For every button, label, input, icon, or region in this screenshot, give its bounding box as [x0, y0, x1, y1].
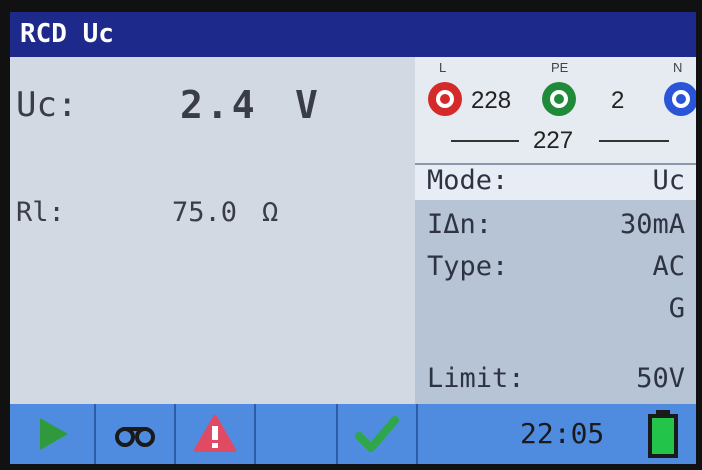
param-type-value: AC: [652, 251, 685, 282]
param-type-g-value: G: [668, 293, 685, 324]
pass-indicator: [338, 404, 418, 464]
settings-panel: L PE N 228 2 227 Mode: Uc IΔn: 30mA Type…: [415, 57, 696, 404]
param-idn-key: IΔn:: [427, 209, 493, 240]
rl-label: Rl:: [16, 197, 65, 228]
clock: 22:05: [520, 417, 605, 450]
terminal-l-icon: [428, 82, 462, 116]
terminal-pe-icon: [542, 82, 576, 116]
param-type-g[interactable]: G: [427, 293, 685, 329]
param-limit-value: 50V: [636, 363, 685, 394]
panel-divider: [415, 163, 696, 165]
param-limit[interactable]: Limit: 50V: [427, 363, 685, 399]
battery-icon: [648, 410, 678, 458]
pe-n-voltage: 2: [611, 87, 625, 114]
param-mode[interactable]: Mode: Uc: [427, 165, 685, 201]
warning-icon: [194, 415, 236, 452]
probe-button[interactable]: [96, 404, 176, 464]
screen-title: RCD Uc: [10, 12, 696, 57]
results-panel: Uc: 2.4 V Rl: 75.0 Ω: [10, 57, 415, 404]
empty-softkey[interactable]: [256, 404, 338, 464]
instrument-screen: RCD Uc Uc: 2.4 V Rl: 75.0 Ω L PE N 228 2…: [10, 12, 696, 464]
uc-unit: V: [295, 83, 321, 127]
param-limit-key: Limit:: [427, 363, 525, 394]
l-pe-voltage: 228: [471, 87, 512, 114]
l-n-voltage: 227: [533, 127, 574, 154]
warning-button[interactable]: [176, 404, 256, 464]
param-type[interactable]: Type: AC: [427, 251, 685, 287]
terminal-n-icon: [664, 82, 696, 116]
rl-value: 75.0: [172, 197, 238, 228]
param-idn-value: 30mA: [619, 209, 685, 240]
param-mode-key: Mode:: [427, 165, 509, 196]
rl-unit: Ω: [262, 197, 279, 228]
param-type-key: Type:: [427, 251, 509, 282]
uc-label: Uc:: [16, 85, 78, 125]
param-idn[interactable]: IΔn: 30mA: [427, 209, 685, 245]
bottom-toolbar: 22:05: [10, 404, 696, 464]
param-mode-value: Uc: [652, 165, 685, 196]
start-button[interactable]: [10, 404, 96, 464]
play-icon: [40, 418, 68, 450]
check-icon: [355, 416, 399, 452]
terminal-voltages: L PE N 228 2 227: [415, 57, 696, 163]
probe-icon: [115, 427, 155, 447]
uc-value: 2.4: [180, 83, 258, 127]
